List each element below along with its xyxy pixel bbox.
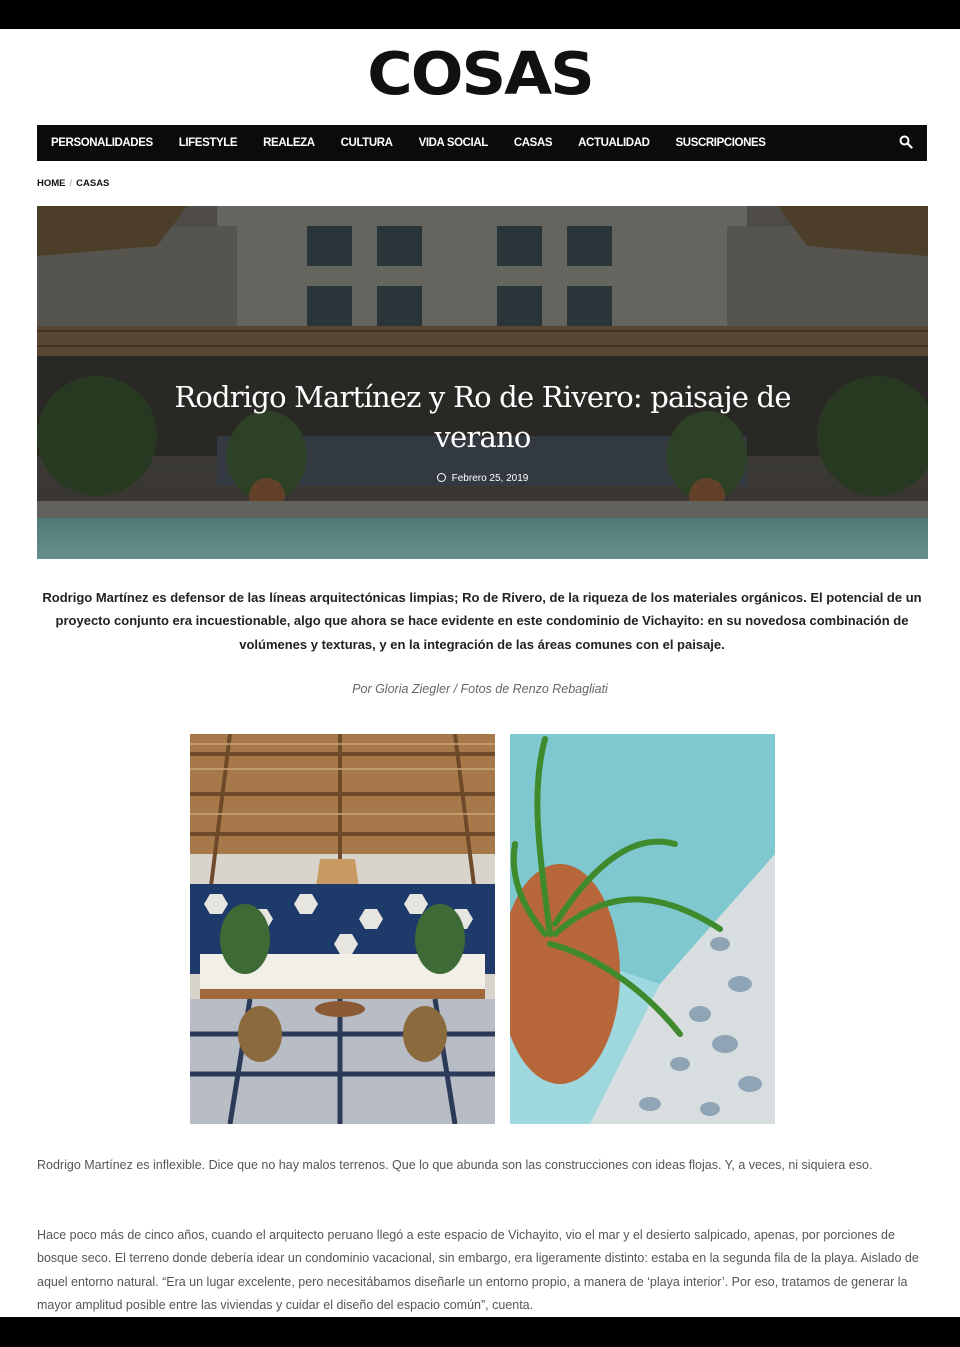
main-nav: PERSONALIDADES LIFESTYLE REALEZA CULTURA… [37, 125, 927, 161]
nav-item-suscripciones[interactable]: SUSCRIPCIONES [676, 137, 766, 149]
article-date: Febrero 25, 2019 [37, 473, 928, 484]
article-paragraph: Rodrigo Martínez es inflexible. Dice que… [37, 1158, 873, 1172]
nav-item-lifestyle[interactable]: LIFESTYLE [179, 137, 238, 149]
photo-lounge [190, 734, 495, 1124]
breadcrumb: HOME / CASAS [37, 178, 109, 189]
nav-item-actualidad[interactable]: ACTUALIDAD [578, 137, 650, 149]
page: COSAS PERSONALIDADES LIFESTYLE REALEZA C… [0, 29, 960, 1317]
photo-pool-plant [510, 734, 775, 1124]
article-paragraph: Hace poco más de cinco años, cuando el a… [37, 1228, 919, 1313]
search-icon[interactable] [899, 135, 915, 151]
breadcrumb-current[interactable]: CASAS [76, 178, 109, 189]
nav-item-vida-social[interactable]: VIDA SOCIAL [419, 137, 489, 149]
site-logo[interactable]: COSAS [0, 44, 960, 104]
nav-item-cultura[interactable]: CULTURA [341, 137, 393, 149]
article-lead: Rodrigo Martínez es defensor de las líne… [42, 590, 922, 652]
breadcrumb-separator: / [69, 178, 73, 189]
article-byline: Por Gloria Ziegler / Fotos de Renzo Reba… [352, 682, 608, 696]
nav-item-personalidades[interactable]: PERSONALIDADES [51, 137, 153, 149]
clock-icon [436, 473, 446, 482]
breadcrumb-home[interactable]: HOME [37, 178, 66, 189]
article-title: Rodrigo Martínez y Ro de Rivero: paisaje… [174, 380, 791, 454]
nav-item-realeza[interactable]: REALEZA [263, 137, 315, 149]
hero-image: Rodrigo Martínez y Ro de Rivero: paisaje… [37, 206, 928, 559]
nav-item-casas[interactable]: CASAS [514, 137, 553, 149]
article-date-text: Febrero 25, 2019 [451, 473, 529, 484]
